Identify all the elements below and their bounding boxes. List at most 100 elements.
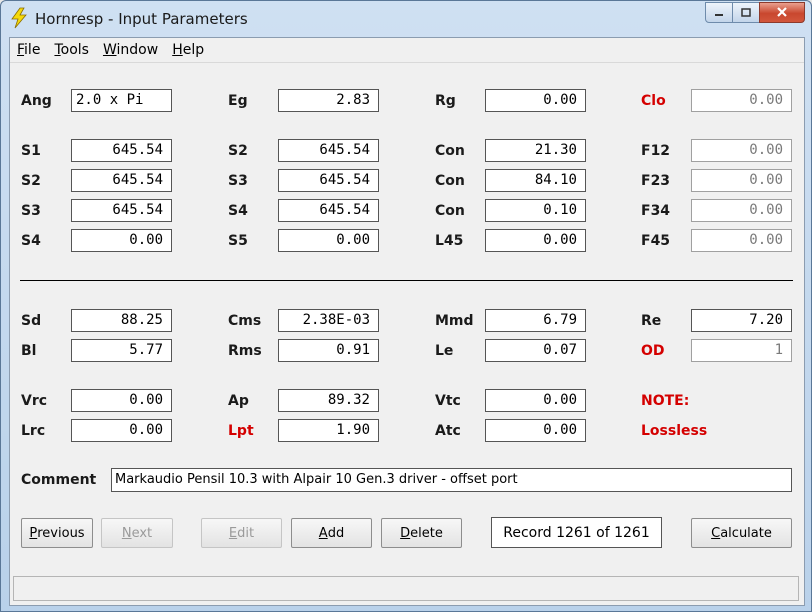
label-sd: Sd (21, 313, 42, 329)
menu-help-rest: elp (182, 42, 205, 58)
main-window: Hornresp - Input Parameters File Tools W… (0, 0, 812, 612)
label-s5: S5 (228, 233, 248, 249)
note-label: NOTE: (641, 393, 690, 409)
label-mmd: Mmd (435, 313, 474, 329)
menu-file[interactable]: File (10, 39, 47, 61)
client-area: File Tools Window Help Ang 2.0 x Pi Eg 2… (9, 37, 805, 606)
label-eg: Eg (228, 93, 248, 109)
field-bl[interactable]: 5.77 (71, 339, 172, 362)
label-cms: Cms (228, 313, 262, 329)
previous-button[interactable]: Previous (21, 518, 93, 548)
field-sd[interactable]: 88.25 (71, 309, 172, 332)
label-le: Le (435, 343, 454, 359)
label-f23: F23 (641, 173, 671, 189)
field-ang[interactable]: 2.0 x Pi (71, 89, 172, 112)
field-s5[interactable]: 0.00 (278, 229, 379, 252)
field-s3[interactable]: 645.54 (71, 199, 172, 222)
minimize-button[interactable] (705, 2, 733, 23)
calculate-button[interactable]: Calculate (691, 518, 792, 548)
minimize-icon (713, 3, 725, 22)
comment-field[interactable]: Markaudio Pensil 10.3 with Alpair 10 Gen… (111, 468, 792, 492)
label-rms: Rms (228, 343, 262, 359)
field-vrc[interactable]: 0.00 (71, 389, 172, 412)
add-button-rest: dd (327, 525, 345, 541)
field-f45[interactable]: 0.00 (691, 229, 792, 252)
label-f34: F34 (641, 203, 671, 219)
field-vtc[interactable]: 0.00 (485, 389, 586, 412)
label-vrc: Vrc (21, 393, 48, 409)
field-s4[interactable]: 0.00 (71, 229, 172, 252)
field-cms[interactable]: 2.38E-03 (278, 309, 379, 332)
label-con-2: Con (435, 173, 465, 189)
field-s4-col2[interactable]: 645.54 (278, 199, 379, 222)
field-f34[interactable]: 0.00 (691, 199, 792, 222)
field-s1[interactable]: 645.54 (71, 139, 172, 162)
label-ang: Ang (21, 93, 52, 109)
field-con-1[interactable]: 21.30 (485, 139, 586, 162)
field-s3-col2[interactable]: 645.54 (278, 169, 379, 192)
field-rg[interactable]: 0.00 (485, 89, 586, 112)
field-re[interactable]: 7.20 (691, 309, 792, 332)
menu-help[interactable]: Help (165, 39, 211, 61)
delete-button-key: D (400, 525, 411, 541)
field-f12[interactable]: 0.00 (691, 139, 792, 162)
field-clo[interactable]: 0.00 (691, 89, 792, 112)
window-controls (705, 2, 805, 23)
menu-file-rest: ile (24, 42, 41, 58)
add-button[interactable]: Add (291, 518, 372, 548)
field-mmd[interactable]: 6.79 (485, 309, 586, 332)
menu-tools[interactable]: Tools (47, 39, 96, 61)
field-od[interactable]: 1 (691, 339, 792, 362)
title-bar[interactable]: Hornresp - Input Parameters (1, 1, 811, 37)
comment-label: Comment (21, 472, 97, 488)
edit-button[interactable]: Edit (201, 518, 282, 548)
label-f12: F12 (641, 143, 671, 159)
field-rms[interactable]: 0.91 (278, 339, 379, 362)
label-s1: S1 (21, 143, 41, 159)
field-con-3[interactable]: 0.10 (485, 199, 586, 222)
field-s2-col2[interactable]: 645.54 (278, 139, 379, 162)
section-divider (20, 280, 793, 281)
calculate-button-key: C (711, 525, 721, 541)
field-lpt[interactable]: 1.90 (278, 419, 379, 442)
label-ap: Ap (228, 393, 249, 409)
label-s2-col2: S2 (228, 143, 248, 159)
field-ap[interactable]: 89.32 (278, 389, 379, 412)
calculate-button-rest: alculate (720, 525, 772, 541)
maximize-icon (740, 3, 752, 22)
label-con-3: Con (435, 203, 465, 219)
field-s2[interactable]: 645.54 (71, 169, 172, 192)
menu-tools-rest: ools (60, 42, 89, 58)
field-lrc[interactable]: 0.00 (71, 419, 172, 442)
delete-button[interactable]: Delete (381, 518, 462, 548)
next-button-rest: ext (131, 525, 153, 541)
label-bl: Bl (21, 343, 37, 359)
label-lpt: Lpt (228, 423, 254, 439)
field-f23[interactable]: 0.00 (691, 169, 792, 192)
previous-button-rest: revious (37, 525, 85, 541)
field-atc[interactable]: 0.00 (485, 419, 586, 442)
label-con-1: Con (435, 143, 465, 159)
field-le[interactable]: 0.07 (485, 339, 586, 362)
menu-window[interactable]: Window (96, 39, 165, 61)
maximize-button[interactable] (732, 2, 760, 23)
window-title: Hornresp - Input Parameters (35, 10, 248, 28)
field-l45[interactable]: 0.00 (485, 229, 586, 252)
label-f45: F45 (641, 233, 671, 249)
record-indicator: Record 1261 of 1261 (491, 517, 662, 548)
edit-button-key: E (228, 525, 238, 541)
label-clo: Clo (641, 93, 666, 109)
add-button-key: A (318, 525, 328, 541)
field-con-2[interactable]: 84.10 (485, 169, 586, 192)
menu-bar: File Tools Window Help (10, 38, 804, 63)
label-s2: S2 (21, 173, 41, 189)
delete-button-rest: elete (410, 525, 443, 541)
close-button[interactable] (759, 2, 805, 23)
label-od: OD (641, 343, 665, 359)
label-lrc: Lrc (21, 423, 46, 439)
next-button[interactable]: Next (101, 518, 173, 548)
label-s3-col2: S3 (228, 173, 248, 189)
field-eg[interactable]: 2.83 (278, 89, 379, 112)
menu-file-key: F (17, 42, 25, 58)
menu-help-key: H (172, 42, 183, 58)
